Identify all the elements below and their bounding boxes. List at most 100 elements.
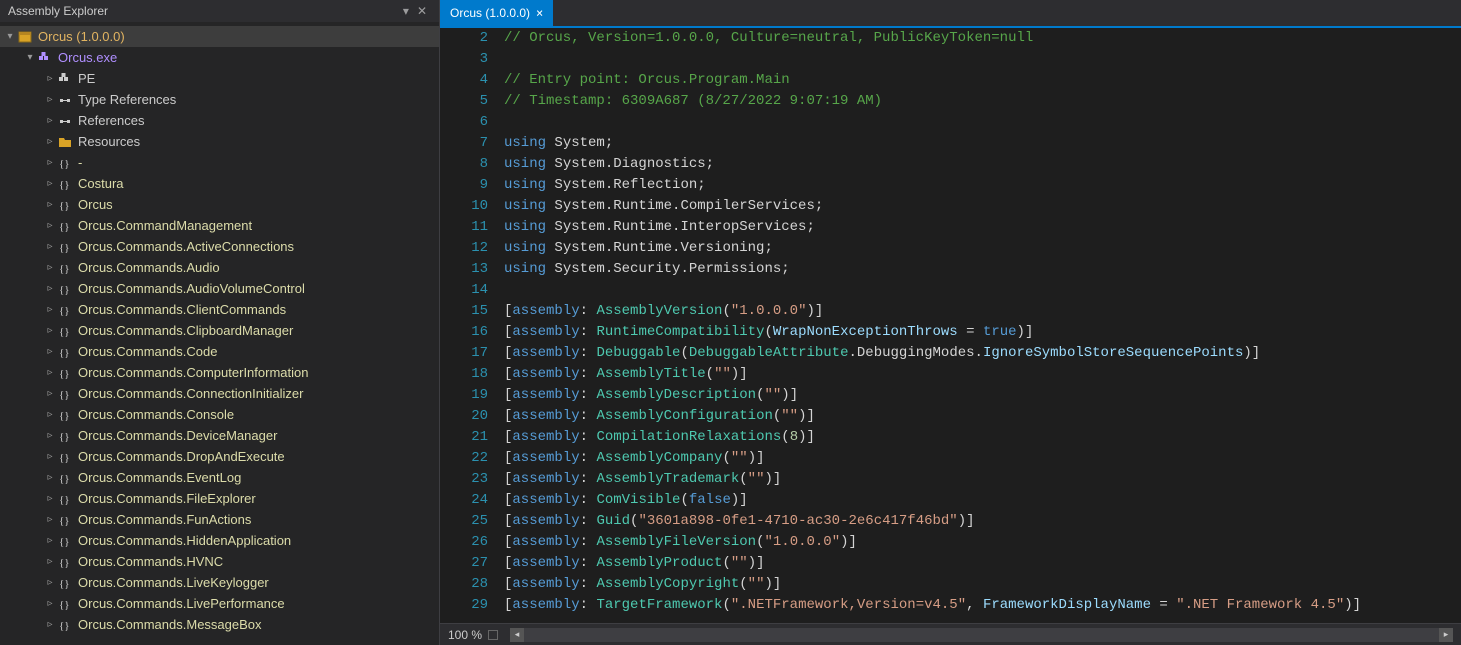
tree-module[interactable]: ▾Orcus.exe — [0, 47, 439, 68]
node-icon: {} — [56, 554, 74, 570]
svg-text:{}: {} — [59, 431, 70, 443]
scroll-left-icon[interactable]: ◂ — [510, 628, 524, 642]
tree-item[interactable]: ▹{}Orcus.Commands.ConnectionInitializer — [0, 383, 439, 404]
tree-item-label: Orcus.Commands.Console — [78, 407, 234, 422]
chevron-icon[interactable]: ▹ — [44, 367, 56, 378]
tree-item-label: Orcus.Commands.FileExplorer — [78, 491, 256, 506]
tree-item[interactable]: ▹{}Orcus.Commands.DeviceManager — [0, 425, 439, 446]
tree-item[interactable]: ▹{} Orcus.Commands.HiddenApplication — [0, 530, 439, 551]
chevron-icon[interactable]: ▹ — [44, 199, 56, 210]
tree-item[interactable]: ▹Resources — [0, 131, 439, 152]
assembly-tree[interactable]: ▾Orcus (1.0.0.0)▾Orcus.exe▹PE▹Type Refer… — [0, 22, 439, 645]
node-icon: {} — [56, 533, 74, 549]
code-content[interactable]: // Orcus, Version=1.0.0.0, Culture=neutr… — [504, 28, 1461, 623]
chevron-icon[interactable]: ▹ — [44, 241, 56, 252]
tree-item-label: Orcus.Commands.Code — [78, 344, 217, 359]
chevron-icon[interactable]: ▹ — [44, 262, 56, 273]
horizontal-scrollbar[interactable]: ◂ ▸ — [510, 628, 1453, 642]
chevron-icon[interactable]: ▹ — [44, 157, 56, 168]
tree-item[interactable]: ▹{} Orcus.Commands.FileExplorer — [0, 488, 439, 509]
tree-item[interactable]: ▹{}Orcus.Commands.LivePerformance — [0, 593, 439, 614]
chevron-icon[interactable]: ▹ — [44, 283, 56, 294]
tree-item-label: Orcus.Commands.EventLog — [78, 470, 241, 485]
chevron-icon[interactable]: ▹ — [44, 136, 56, 147]
tree-item[interactable]: ▹ Type References — [0, 89, 439, 110]
tree-item-label: Orcus (1.0.0.0) — [38, 29, 125, 44]
tree-item[interactable]: ▹{}Orcus.Commands.ActiveConnections — [0, 236, 439, 257]
panel-dropdown-icon[interactable]: ▾ — [399, 4, 413, 18]
chevron-icon[interactable]: ▹ — [44, 325, 56, 336]
tree-item-label: Type References — [78, 92, 176, 107]
tree-item[interactable]: ▹{} Orcus.Commands.Code — [0, 341, 439, 362]
chevron-icon[interactable]: ▹ — [44, 556, 56, 567]
chevron-icon[interactable]: ▹ — [44, 577, 56, 588]
chevron-icon[interactable]: ▹ — [44, 178, 56, 189]
svg-text:{}: {} — [59, 494, 70, 506]
tree-item[interactable]: ▹{}Costura — [0, 173, 439, 194]
zoom-dropdown-icon[interactable] — [488, 630, 498, 640]
tree-item-label: Orcus.Commands.LivePerformance — [78, 596, 285, 611]
tree-item[interactable]: ▹{}Orcus.Commands.ClipboardManager — [0, 320, 439, 341]
tree-item[interactable]: ▹{}Orcus.Commands.Audio — [0, 257, 439, 278]
chevron-icon[interactable]: ▹ — [44, 514, 56, 525]
chevron-icon[interactable]: ▹ — [44, 94, 56, 105]
chevron-icon[interactable]: ▹ — [44, 115, 56, 126]
tree-item-label: Orcus.Commands.AudioVolumeControl — [78, 281, 305, 296]
chevron-icon[interactable]: ▹ — [44, 388, 56, 399]
svg-text:{}: {} — [59, 305, 70, 317]
tree-item-label: Orcus.Commands.ComputerInformation — [78, 365, 308, 380]
tree-item[interactable]: ▹{}Orcus.Commands.EventLog — [0, 467, 439, 488]
tree-item[interactable]: ▹References — [0, 110, 439, 131]
node-icon: {} — [56, 344, 74, 360]
tree-item[interactable]: ▹{}- — [0, 152, 439, 173]
tree-root[interactable]: ▾ Orcus (1.0.0.0) — [0, 26, 439, 47]
chevron-icon[interactable]: ▹ — [44, 451, 56, 462]
chevron-icon[interactable]: ▹ — [44, 73, 56, 84]
tree-item[interactable]: ▹{}Orcus.Commands.ClientCommands — [0, 299, 439, 320]
scroll-right-icon[interactable]: ▸ — [1439, 628, 1453, 642]
chevron-icon[interactable]: ▹ — [44, 220, 56, 231]
tree-item[interactable]: ▹{}Orcus.Commands.AudioVolumeControl — [0, 278, 439, 299]
node-icon: {} — [56, 491, 74, 507]
tree-item-label: Orcus.Commands.HiddenApplication — [78, 533, 291, 548]
svg-text:{}: {} — [59, 536, 70, 548]
tab-close-icon[interactable]: × — [536, 6, 543, 20]
panel-close-icon[interactable]: ✕ — [413, 4, 431, 18]
chevron-icon[interactable]: ▹ — [44, 598, 56, 609]
tree-item-label: Orcus — [78, 197, 113, 212]
chevron-icon[interactable]: ▹ — [44, 304, 56, 315]
node-icon — [56, 134, 74, 150]
tree-item[interactable]: ▹{}Orcus.CommandManagement — [0, 215, 439, 236]
chevron-icon[interactable]: ▾ — [4, 31, 16, 42]
svg-text:{}: {} — [59, 389, 70, 401]
editor-panel: Orcus (1.0.0.0) × 2345678910111213141516… — [440, 0, 1461, 645]
tree-item-label: PE — [78, 71, 95, 86]
tree-item[interactable]: ▹{}Orcus.Commands.MessageBox — [0, 614, 439, 635]
chevron-icon[interactable]: ▹ — [44, 535, 56, 546]
chevron-icon[interactable]: ▹ — [44, 346, 56, 357]
chevron-icon[interactable]: ▹ — [44, 619, 56, 630]
line-gutter: 2345678910111213141516171819202122232425… — [440, 28, 504, 623]
tree-item[interactable]: ▹{}Orcus — [0, 194, 439, 215]
chevron-icon[interactable]: ▹ — [44, 493, 56, 504]
tree-item-label: Orcus.CommandManagement — [78, 218, 252, 233]
tree-item-label: Orcus.Commands.LiveKeylogger — [78, 575, 269, 590]
svg-text:{}: {} — [59, 578, 70, 590]
tree-item[interactable]: ▹{}Orcus.Commands.FunActions — [0, 509, 439, 530]
node-icon: {} — [56, 617, 74, 633]
tree-item[interactable]: ▹{}Orcus.Commands.ComputerInformation — [0, 362, 439, 383]
chevron-icon[interactable]: ▾ — [24, 52, 36, 63]
status-bar: 100 % ◂ ▸ — [440, 623, 1461, 645]
chevron-icon[interactable]: ▹ — [44, 409, 56, 420]
tree-item[interactable]: ▹ PE — [0, 68, 439, 89]
chevron-icon[interactable]: ▹ — [44, 430, 56, 441]
tree-item[interactable]: ▹{} Orcus.Commands.LiveKeylogger — [0, 572, 439, 593]
svg-text:{}: {} — [59, 347, 70, 359]
tree-item[interactable]: ▹{}Orcus.Commands.HVNC — [0, 551, 439, 572]
tree-item-label: Orcus.Commands.Audio — [78, 260, 220, 275]
tab-orcus[interactable]: Orcus (1.0.0.0) × — [440, 0, 553, 26]
code-editor[interactable]: 2345678910111213141516171819202122232425… — [440, 28, 1461, 623]
tree-item[interactable]: ▹{}Orcus.Commands.DropAndExecute — [0, 446, 439, 467]
tree-item[interactable]: ▹{}Orcus.Commands.Console — [0, 404, 439, 425]
chevron-icon[interactable]: ▹ — [44, 472, 56, 483]
